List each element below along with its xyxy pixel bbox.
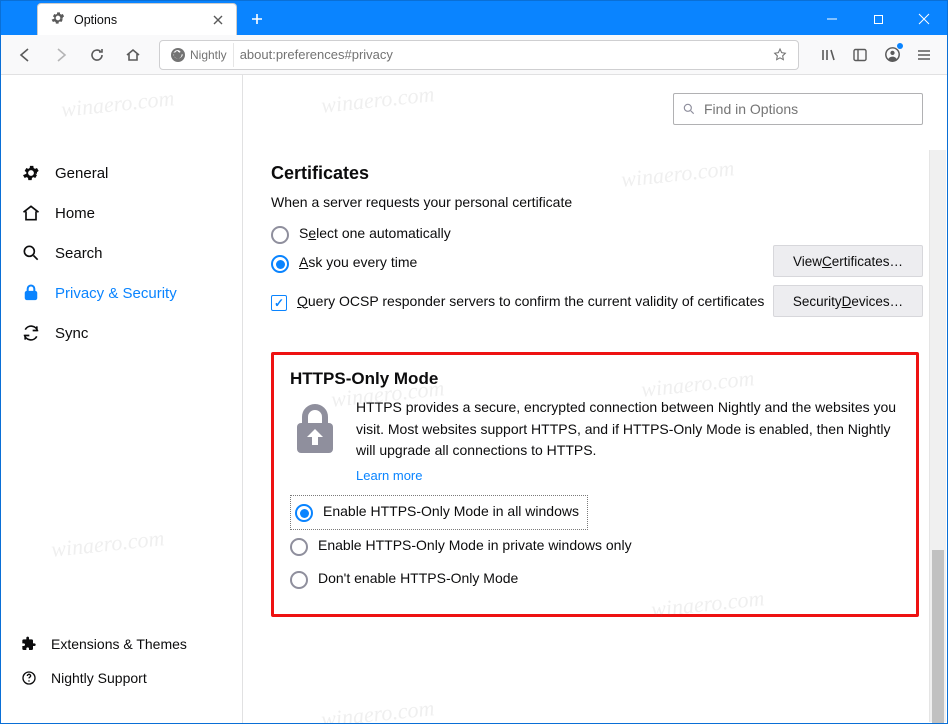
sidebar-label: Search — [55, 245, 103, 262]
window-close-button[interactable] — [901, 3, 947, 35]
sidebar-item-general[interactable]: General — [1, 153, 242, 193]
lock-icon — [21, 283, 41, 303]
sidebar-label: Home — [55, 205, 95, 222]
nav-forward-button[interactable] — [45, 39, 77, 71]
nav-toolbar: Nightly about:preferences#privacy — [1, 35, 947, 75]
account-button[interactable] — [877, 39, 907, 71]
nav-back-button[interactable] — [9, 39, 41, 71]
help-icon — [21, 670, 37, 686]
certificates-heading: Certificates — [271, 163, 919, 184]
learn-more-link[interactable]: Learn more — [356, 468, 422, 483]
radio-label: Enable HTTPS-Only Mode in private window… — [318, 537, 632, 553]
tab-title: Options — [74, 13, 202, 27]
tab-options[interactable]: Options — [37, 3, 237, 35]
gear-icon — [50, 10, 66, 29]
find-input[interactable] — [702, 100, 914, 118]
radio-icon[interactable] — [290, 538, 308, 556]
radio-icon[interactable] — [290, 571, 308, 589]
https-radio-off[interactable]: Don't enable HTTPS-Only Mode — [290, 563, 900, 596]
radio-icon[interactable] — [295, 504, 313, 522]
sidebar-item-sync[interactable]: Sync — [1, 313, 242, 353]
identity-label: Nightly — [190, 48, 227, 62]
radio-label: Enable HTTPS-Only Mode in all windows — [323, 503, 579, 519]
sidebar-item-privacy[interactable]: Privacy & Security — [1, 273, 242, 313]
radio-icon[interactable] — [271, 226, 289, 244]
sidebar-label: Extensions & Themes — [51, 636, 187, 652]
search-icon — [21, 243, 41, 263]
home-icon — [21, 203, 41, 223]
url-bar[interactable]: Nightly about:preferences#privacy — [159, 40, 799, 70]
sidebar-label: Nightly Support — [51, 670, 147, 686]
radio-icon[interactable] — [271, 255, 289, 273]
checkbox-icon[interactable] — [271, 295, 287, 311]
https-radio-all[interactable]: Enable HTTPS-Only Mode in all windows — [290, 495, 588, 530]
window-minimize-button[interactable] — [809, 3, 855, 35]
notification-dot-icon — [897, 43, 903, 49]
sidebar-button[interactable] — [845, 39, 875, 71]
sidebar-item-support[interactable]: Nightly Support — [1, 661, 242, 695]
bookmark-star-button[interactable] — [770, 39, 794, 71]
radio-label: Don't enable HTTPS-Only Mode — [318, 570, 518, 586]
radio-label: Ask you every time — [299, 254, 417, 270]
sidebar-label: Privacy & Security — [55, 285, 177, 302]
radio-label: Select one automatically — [299, 225, 451, 241]
vertical-scrollbar[interactable] — [929, 150, 946, 722]
identity-box[interactable]: Nightly — [164, 43, 234, 67]
tab-close-button[interactable] — [210, 12, 226, 28]
preferences-main: Certificates When a server requests your… — [243, 75, 947, 723]
url-text: about:preferences#privacy — [240, 47, 764, 62]
sidebar-label: Sync — [55, 325, 88, 342]
titlebar: Options — [1, 1, 947, 35]
preferences-sidebar: General Home Search Privacy & Security S… — [1, 75, 243, 723]
cert-radio-ask[interactable]: Ask you every time — [271, 249, 711, 278]
sidebar-item-home[interactable]: Home — [1, 193, 242, 233]
https-only-section: HTTPS-Only Mode HTTPS provides a secure,… — [271, 352, 919, 617]
checkbox-label: Query OCSP responder servers to confirm … — [297, 293, 764, 309]
puzzle-icon — [21, 636, 37, 652]
find-in-options[interactable] — [673, 93, 923, 125]
gear-icon — [21, 163, 41, 183]
view-certificates-button[interactable]: View Certificates… — [773, 245, 923, 277]
nav-reload-button[interactable] — [81, 39, 113, 71]
certificates-desc: When a server requests your personal cer… — [271, 194, 919, 210]
firefox-icon — [170, 47, 186, 63]
cert-radio-auto[interactable]: Select one automatically — [271, 220, 711, 249]
sidebar-item-extensions[interactable]: Extensions & Themes — [1, 627, 242, 661]
app-menu-button[interactable] — [909, 39, 939, 71]
nav-home-button[interactable] — [117, 39, 149, 71]
lock-upgrade-icon — [290, 401, 340, 457]
https-radio-private[interactable]: Enable HTTPS-Only Mode in private window… — [290, 530, 900, 563]
search-icon — [682, 102, 696, 116]
window-maximize-button[interactable] — [855, 3, 901, 35]
security-devices-button[interactable]: Security Devices… — [773, 285, 923, 317]
sidebar-label: General — [55, 165, 108, 182]
https-heading: HTTPS-Only Mode — [290, 369, 900, 389]
new-tab-button[interactable] — [243, 5, 271, 33]
scrollbar-thumb[interactable] — [932, 550, 944, 723]
library-button[interactable] — [813, 39, 843, 71]
sidebar-item-search[interactable]: Search — [1, 233, 242, 273]
sync-icon — [21, 323, 41, 343]
https-description: HTTPS provides a secure, encrypted conne… — [356, 397, 900, 462]
